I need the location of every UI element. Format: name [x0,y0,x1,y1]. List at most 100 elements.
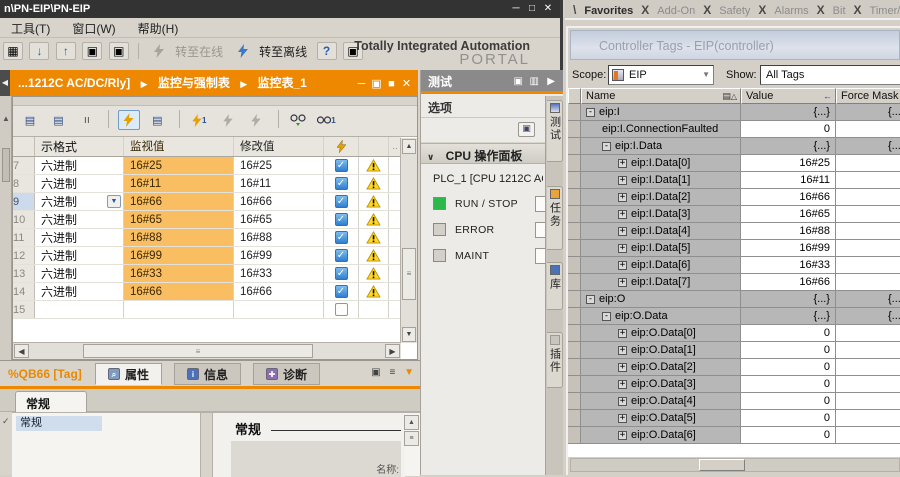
expand-expander-button[interactable]: + [618,431,627,440]
scroll-up-icon[interactable] [2,114,10,123]
tag-name-cell[interactable]: +eip:I.Data[1] [581,172,741,189]
controller-tags-titlebar[interactable]: Controller Tags - EIP(controller) [570,30,900,60]
inspector-scrollbar[interactable] [404,415,419,447]
modify-enable-cell[interactable]: ✓ [324,193,359,210]
modify-checkbox[interactable]: ✓ [335,285,348,298]
watch-modify-disabled-icon[interactable] [245,110,267,130]
tag-force-cell[interactable] [836,393,900,410]
modify-checkbox[interactable]: ✓ [335,213,348,226]
name-column-header[interactable]: Name ▤△ [581,88,741,104]
tag-force-cell[interactable]: {...} [836,104,900,121]
tag-value-cell[interactable]: {...} [741,308,836,325]
breadcrumb-watch-table[interactable]: 监控表_1 [258,76,307,90]
breadcrumb-watch-folder[interactable]: 监控与强制表 [158,76,230,90]
monitor-value-cell[interactable]: 16#65 [124,211,234,228]
split-panel-icon[interactable] [530,70,539,94]
modify-checkbox[interactable]: ✓ [335,195,348,208]
watch-trigger-once-icon[interactable]: 1 [315,110,337,130]
monitor-value-cell[interactable]: 16#25 [124,157,234,174]
tag-force-cell[interactable] [836,206,900,223]
format-dropdown-button[interactable] [107,195,121,208]
tag-name-cell[interactable]: +eip:O.Data[1] [581,342,741,359]
tag-value-cell[interactable]: 0 [741,121,836,138]
scroll-up-icon[interactable] [404,415,419,430]
tag-name-cell[interactable]: -eip:O.Data [581,308,741,325]
instruction-tab-safety[interactable]: Safety [717,5,752,17]
modify-enable-cell[interactable]: ✓ [324,247,359,264]
runtime-icon[interactable]: ▣ [109,42,129,60]
tag-name-cell[interactable]: +eip:O.Data[4] [581,393,741,410]
expand-expander-button[interactable]: + [618,346,627,355]
row-selector[interactable] [568,257,581,274]
monitor-value-cell[interactable]: 16#66 [124,193,234,210]
expand-expander-button[interactable]: + [618,380,627,389]
tag-name-cell[interactable]: +eip:I.Data[6] [581,257,741,274]
format-cell[interactable]: 六进制 [35,157,124,174]
watch-horizontal-scrollbar[interactable] [13,342,401,359]
row-selector[interactable] [568,342,581,359]
tag-force-cell[interactable] [836,410,900,427]
inspector-divider[interactable] [200,413,213,477]
format-cell[interactable]: 六进制 [35,265,124,282]
download-to-device-icon[interactable]: ↓ [29,42,49,60]
expand-expander-button[interactable]: + [618,329,627,338]
tag-force-cell[interactable] [836,257,900,274]
tag-name-cell[interactable]: +eip:O.Data[6] [581,427,741,444]
modify-value-cell[interactable]: 16#66 [234,193,324,210]
tag-value-cell[interactable]: 0 [741,393,836,410]
tag-name-cell[interactable]: +eip:I.Data[4] [581,223,741,240]
collapse-inspector-icon[interactable] [404,367,414,378]
collapse-expander-button[interactable]: - [602,142,611,151]
tag-value-cell[interactable]: 16#66 [741,274,836,291]
format-cell[interactable] [35,301,124,318]
modify-checkbox[interactable]: ✓ [335,177,348,190]
expand-expander-button[interactable]: + [618,193,627,202]
start-simulation-icon[interactable]: ▣ [82,42,102,60]
tag-value-cell[interactable]: 16#65 [741,206,836,223]
row-selector[interactable] [568,189,581,206]
monitor-value-cell[interactable] [124,301,234,318]
modify-enable-cell[interactable]: ✓ [324,283,359,300]
scroll-up-icon[interactable] [402,139,416,154]
scrollbar-thumb[interactable] [699,459,745,471]
inspector-menu-icon[interactable] [389,367,395,378]
modify-enable-cell[interactable]: ✓ [324,157,359,174]
tag-name-cell[interactable]: eip:I.ConnectionFaulted [581,121,741,138]
format-cell[interactable]: 六进制 [35,175,124,192]
editor-maximize-icon[interactable] [384,71,399,97]
tag-force-cell[interactable] [836,342,900,359]
expand-expander-button[interactable]: + [618,210,627,219]
breadcrumb-device[interactable]: ...1212C AC/DC/Rly] [18,76,130,90]
float-panel-icon[interactable] [514,70,523,94]
row-selector[interactable] [568,172,581,189]
row-selector[interactable] [568,427,581,444]
menu-item[interactable]: 工具(T) [0,18,61,39]
tag-name-cell[interactable]: +eip:O.Data[3] [581,376,741,393]
format-cell[interactable]: 六进制 [35,193,124,210]
tag-name-cell[interactable]: +eip:I.Data[7] [581,274,741,291]
modify-value-cell[interactable]: 16#99 [234,247,324,264]
tag-value-cell[interactable]: 16#25 [741,155,836,172]
row-selector[interactable] [568,155,581,172]
tag-value-cell[interactable]: 16#99 [741,240,836,257]
tag-value-cell[interactable]: 16#66 [741,189,836,206]
watch-trigger-icon[interactable] [287,110,309,130]
chevron-down-icon[interactable] [702,70,710,79]
save-project-icon[interactable]: ▦ [3,42,23,60]
scrollbar-thumb[interactable] [83,344,313,358]
tag-value-cell[interactable]: 16#11 [741,172,836,189]
format-cell[interactable]: 六进制 [35,283,124,300]
row-selector[interactable] [568,104,581,121]
value-column-header[interactable]: Value ← [741,88,836,104]
expand-expander-button[interactable]: + [618,244,627,253]
tag-force-cell[interactable] [836,155,900,172]
name-sort-icon[interactable]: ▤△ [722,91,737,102]
monitor-value-cell[interactable]: 16#33 [124,265,234,282]
modify-value-cell[interactable]: 16#65 [234,211,324,228]
row-selector[interactable] [568,121,581,138]
modify-value-cell[interactable]: 16#88 [234,229,324,246]
modify-value-cell[interactable]: 16#33 [234,265,324,282]
scroll-right-icon[interactable] [385,344,400,358]
tag-value-cell[interactable]: 0 [741,325,836,342]
editor-float-icon[interactable] [369,71,384,97]
